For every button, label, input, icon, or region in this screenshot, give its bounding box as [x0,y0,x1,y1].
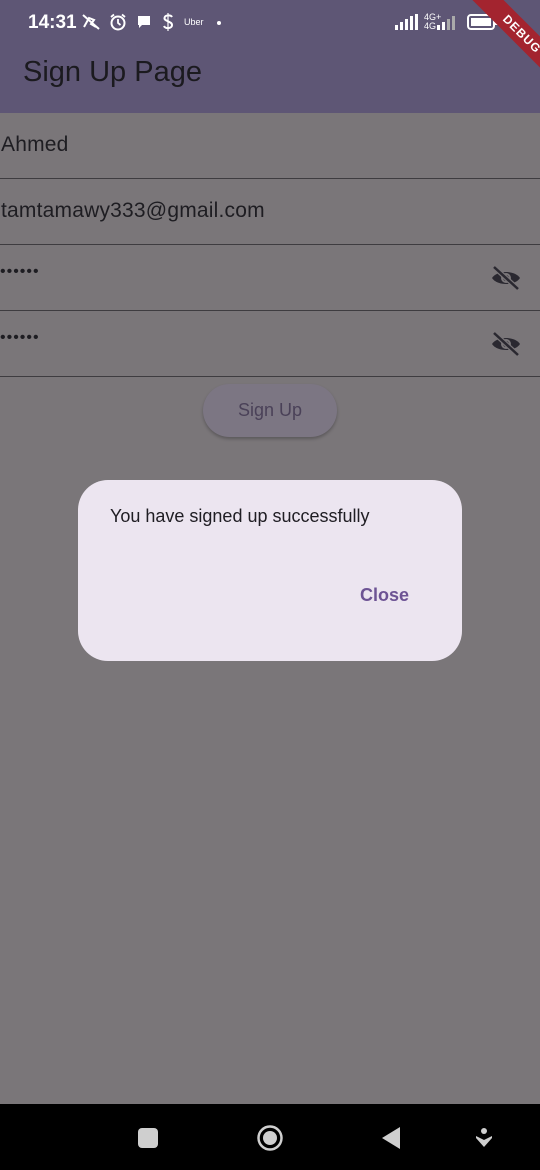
call-muted-icon [80,12,102,32]
dialog-message: You have signed up successfully [110,506,370,526]
network-type-bottom: 4G [424,21,437,31]
accessibility-icon[interactable] [469,1123,499,1153]
uber-label: Uber [184,17,204,27]
name-field[interactable]: Ahmed [0,113,540,179]
status-time: 14:31 [28,12,77,33]
signup-button[interactable]: Sign Up [203,384,337,437]
app-s-icon [160,12,176,32]
name-field-value: Ahmed [1,133,69,156]
email-field-value: tamtamawy333@gmail.com [1,199,265,222]
home-icon[interactable] [255,1123,285,1153]
confirm-password-field-value: •••••• [0,329,40,346]
visibility-off-icon[interactable] [490,264,522,292]
recents-icon[interactable] [133,1123,163,1153]
more-notifications-dot [217,21,221,25]
close-button[interactable]: Close [360,585,409,606]
signal-icon [394,12,420,32]
email-field[interactable]: tamtamawy333@gmail.com [0,179,540,245]
back-icon[interactable] [376,1123,406,1153]
password-field[interactable]: •••••• [0,245,540,311]
success-dialog: You have signed up successfully Close [78,480,462,661]
page-title: Sign Up Page [23,56,202,88]
confirm-password-field[interactable]: •••••• [0,311,540,377]
alarm-icon [108,12,128,32]
visibility-off-icon[interactable] [490,330,522,358]
navigation-bar [0,1104,540,1170]
app-bar: 14:31 Uber 4G+ 4G DEBUG Sign Up Page [0,0,540,113]
password-field-value: •••••• [0,263,40,280]
status-bar: 14:31 Uber 4G+ 4G [0,0,540,46]
chat-icon [135,12,153,32]
signal-2-icon [436,12,460,32]
